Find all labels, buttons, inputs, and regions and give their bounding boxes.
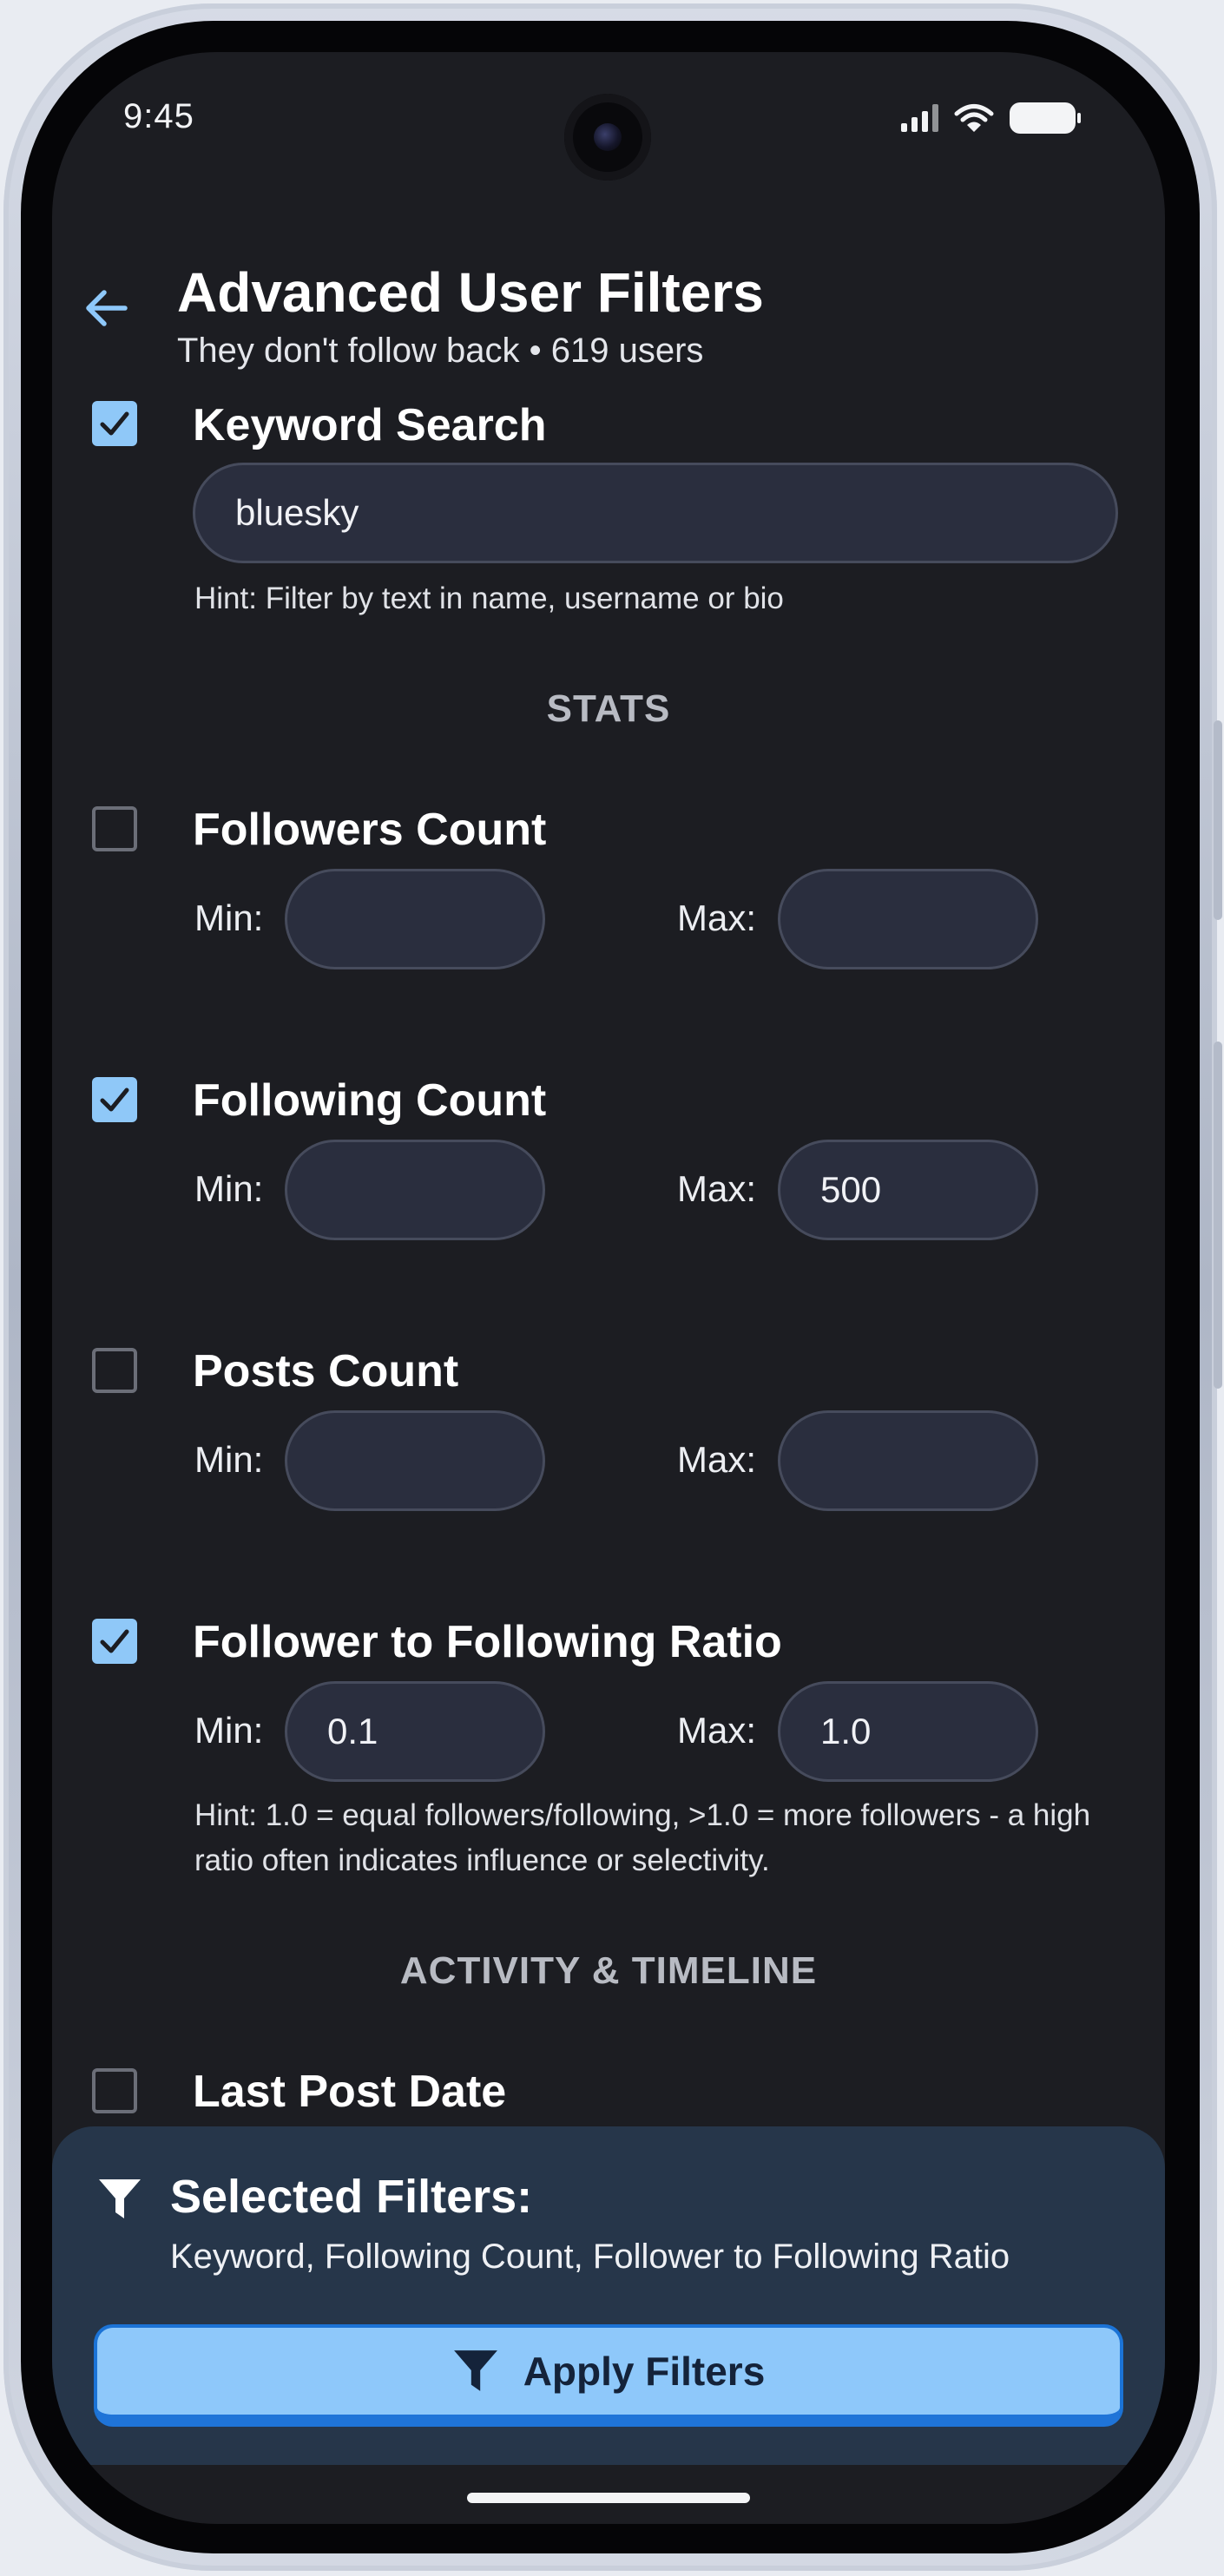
checkmark-icon [100, 411, 129, 436]
ratio-min-input[interactable] [285, 1681, 545, 1782]
following-min-input[interactable] [285, 1140, 545, 1240]
selected-filters-panel: Selected Filters: Keyword, Following Cou… [52, 2126, 1165, 2465]
filter-icon [99, 2179, 141, 2218]
following-max-label: Max: [677, 1168, 757, 1209]
posts-max-label: Max: [677, 1439, 757, 1480]
posts-min-input[interactable] [285, 1410, 545, 1511]
ratio-hint: Hint: 1.0 = equal followers/following, >… [194, 1798, 1091, 1877]
keyword-search-hint: Hint: Filter by text in name, username o… [194, 582, 784, 615]
following-min-label: Min: [194, 1168, 264, 1209]
ratio-max-label: Max: [677, 1710, 757, 1751]
back-button[interactable] [75, 278, 135, 338]
side-button-right-upper [1214, 720, 1222, 920]
status-icons [901, 101, 1081, 135]
section-title-stats: STATS [546, 687, 671, 730]
keyword-search-checkbox[interactable] [92, 401, 137, 446]
front-camera [564, 94, 651, 181]
app-screen: 9:45 Advanced User Filters They don't fo… [52, 52, 1165, 2524]
posts-min-label: Min: [194, 1439, 264, 1480]
followers-max-input[interactable] [778, 869, 1038, 969]
ratio-label: Follower to Following Ratio [193, 1617, 782, 1667]
signal-icon [901, 104, 938, 132]
keyword-search-input[interactable] [193, 463, 1118, 563]
posts-max-input[interactable] [778, 1410, 1038, 1511]
apply-filters-button[interactable]: Apply Filters [94, 2324, 1123, 2427]
followers-count-checkbox[interactable] [92, 806, 137, 851]
page-title: Advanced User Filters [177, 261, 764, 324]
followers-count-label: Followers Count [193, 805, 547, 855]
followers-max-label: Max: [677, 897, 757, 938]
selected-filters-title: Selected Filters: [170, 2171, 533, 2223]
following-count-label: Following Count [193, 1075, 547, 1126]
selected-filters-list: Keyword, Following Count, Follower to Fo… [170, 2238, 1010, 2276]
followers-min-input[interactable] [285, 869, 545, 969]
filter-icon [453, 2350, 497, 2391]
battery-icon [1010, 102, 1081, 134]
ratio-min-label: Min: [194, 1710, 264, 1751]
checkmark-icon [100, 1629, 129, 1653]
posts-count-checkbox[interactable] [92, 1348, 137, 1393]
checkmark-icon [100, 1088, 129, 1112]
keyword-search-label: Keyword Search [193, 400, 547, 450]
status-time: 9:45 [123, 97, 194, 135]
last-post-date-label: Last Post Date [193, 2067, 507, 2117]
app-header: Advanced User Filters They don't follow … [52, 226, 1165, 391]
arrow-left-icon [86, 290, 128, 326]
following-max-input[interactable] [778, 1140, 1038, 1240]
posts-count-label: Posts Count [193, 1346, 459, 1396]
following-count-checkbox[interactable] [92, 1077, 137, 1122]
status-bar: 9:45 [52, 52, 1165, 191]
apply-filters-label: Apply Filters [523, 2349, 766, 2394]
section-title-activity: ACTIVITY & TIMELINE [399, 1949, 818, 1992]
page-subtitle: They don't follow back • 619 users [177, 332, 704, 370]
last-post-date-checkbox[interactable] [92, 2068, 137, 2113]
home-indicator[interactable] [467, 2493, 750, 2503]
wifi-icon [954, 104, 994, 132]
ratio-max-input[interactable] [778, 1681, 1038, 1782]
followers-min-label: Min: [194, 897, 264, 938]
side-button-right-lower [1214, 1042, 1222, 1389]
ratio-checkbox[interactable] [92, 1619, 137, 1664]
